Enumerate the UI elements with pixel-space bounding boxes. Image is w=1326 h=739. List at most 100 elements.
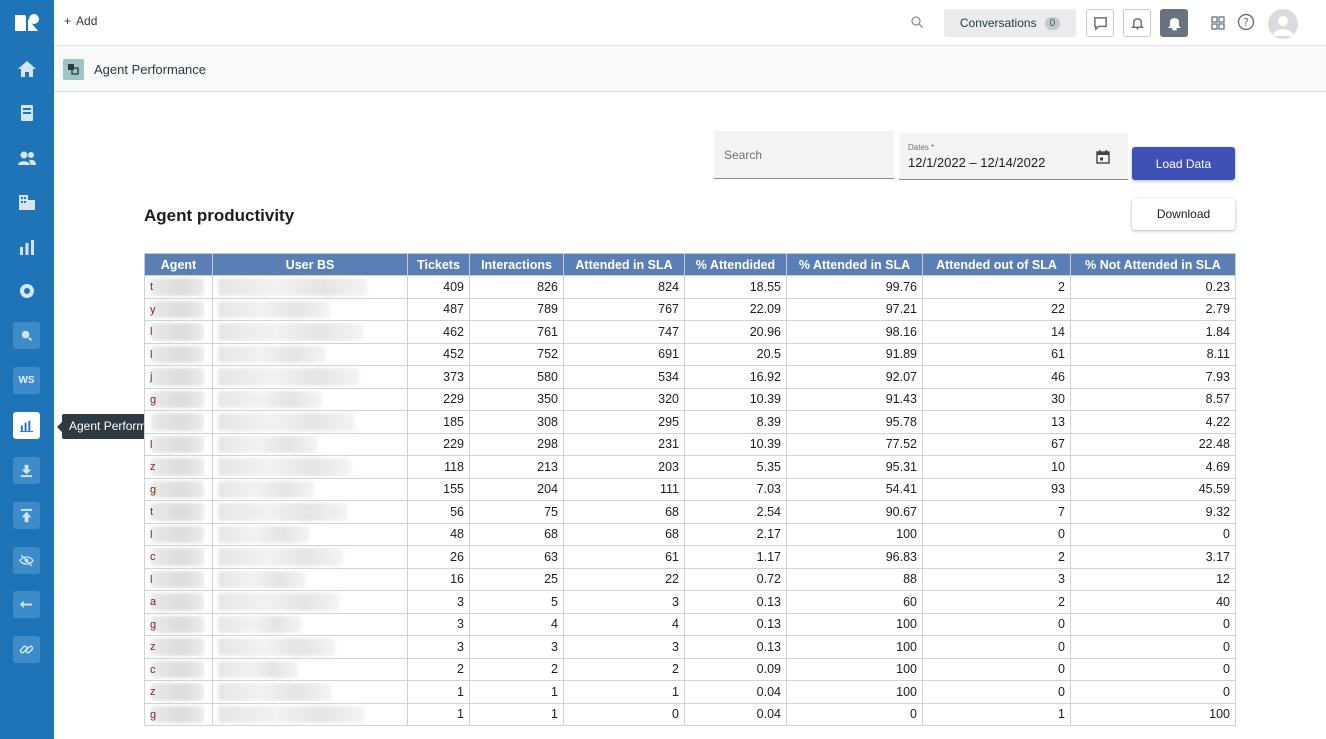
redaction-blur — [218, 413, 355, 431]
agent-cell-redacted: g — [144, 477, 213, 501]
redaction-blur — [151, 570, 204, 588]
redaction-blur — [218, 435, 318, 453]
attended-in-sla-cell: 2 — [563, 657, 685, 681]
user-bs-cell-redacted — [212, 365, 408, 389]
col-interactions[interactable]: Interactions — [469, 253, 564, 276]
organizations-icon[interactable] — [13, 188, 41, 216]
pct-attended-cell: 10.39 — [684, 432, 787, 456]
app-search-icon[interactable] — [13, 322, 40, 349]
pct-attended-cell: 5.35 — [684, 455, 787, 479]
table-row: a 3 5 3 0.13 60 2 40 — [144, 590, 1236, 614]
home-icon[interactable] — [13, 55, 41, 83]
date-range-field[interactable]: Dates * 12/1/2022 – 12/14/2022 — [899, 133, 1128, 180]
pct-attended-cell: 1.17 — [684, 545, 787, 569]
redaction-blur — [218, 278, 367, 296]
table-row: z 1 1 1 0.04 100 0 0 — [144, 680, 1236, 704]
attended-in-sla-cell: 68 — [563, 522, 685, 546]
table-row: t 409 826 824 18.55 99.76 2 0.23 — [144, 275, 1236, 299]
app-hidden-eye-icon[interactable] — [13, 547, 40, 574]
agent-cell-redacted: z — [144, 635, 213, 659]
col-pct-attended-in-sla[interactable]: % Attended in SLA — [786, 253, 923, 276]
interactions-cell: 789 — [469, 297, 564, 321]
app-back-arrow-icon[interactable] — [13, 591, 40, 618]
attended-out-of-sla-cell: 30 — [922, 387, 1071, 411]
attended-in-sla-cell: 111 — [563, 477, 685, 501]
interactions-cell: 308 — [469, 410, 564, 434]
app-agent-performance-icon[interactable] — [13, 412, 40, 439]
views-icon[interactable] — [13, 99, 41, 127]
redaction-blur — [218, 593, 339, 611]
attended-in-sla-cell: 68 — [563, 500, 685, 524]
redaction-blur — [151, 345, 204, 363]
redaction-blur — [218, 615, 302, 633]
pct-not-attended-cell: 45.59 — [1070, 477, 1236, 501]
search-icon[interactable] — [910, 15, 924, 29]
admin-gear-icon[interactable] — [13, 277, 41, 305]
reporting-icon[interactable] — [13, 233, 41, 261]
interactions-cell: 4 — [469, 612, 564, 636]
col-pct-not-attended-in-sla[interactable]: % Not Attended in SLA — [1070, 253, 1236, 276]
agent-cell-redacted: l — [144, 522, 213, 546]
agent-cell-redacted: a — [144, 590, 213, 614]
pct-attended-in-sla-cell: 96.83 — [786, 545, 923, 569]
attended-out-of-sla-cell: 2 — [922, 275, 1071, 299]
col-attended-out-of-sla[interactable]: Attended out of SLA — [922, 253, 1071, 276]
calendar-icon[interactable] — [1095, 149, 1111, 165]
download-button[interactable]: Download — [1132, 198, 1235, 230]
pct-attended-in-sla-cell: 91.89 — [786, 342, 923, 366]
agent-initial: a — [150, 596, 157, 608]
pct-attended-cell: 0.09 — [684, 657, 787, 681]
agent-initial: z — [150, 686, 156, 698]
col-agent[interactable]: Agent — [144, 253, 213, 276]
user-bs-cell-redacted — [212, 275, 408, 299]
section-title: Agent productivity — [144, 206, 295, 225]
attended-out-of-sla-cell: 67 — [922, 432, 1071, 456]
attended-out-of-sla-cell: 7 — [922, 500, 1071, 524]
attended-in-sla-cell: 320 — [563, 387, 685, 411]
help-icon[interactable]: ? — [1237, 13, 1255, 31]
tickets-cell: 118 — [407, 455, 470, 479]
user-bs-cell-redacted — [212, 342, 408, 366]
table-row: g 1 1 0 0.04 0 1 100 — [144, 702, 1236, 726]
col-pct-attended[interactable]: % Attendided — [684, 253, 787, 276]
app-ws-icon[interactable]: WS — [13, 367, 40, 394]
tickets-cell: 56 — [407, 500, 470, 524]
alerts-bell-icon[interactable] — [1160, 9, 1188, 37]
page-header: Agent Performance — [54, 46, 1326, 92]
user-bs-cell-redacted — [212, 612, 408, 636]
app-download-icon[interactable] — [13, 457, 40, 484]
user-avatar[interactable] — [1268, 9, 1298, 39]
apps-grid-icon[interactable] — [1209, 14, 1227, 32]
user-bs-cell-redacted — [212, 432, 408, 456]
chat-icon[interactable] — [1086, 9, 1114, 37]
add-button[interactable]: + Add — [64, 14, 97, 28]
table-row: l 229 298 231 10.39 77.52 67 22.48 — [144, 432, 1236, 456]
notifications-bell-icon[interactable] — [1123, 9, 1151, 37]
col-tickets[interactable]: Tickets — [407, 253, 470, 276]
redaction-blur — [218, 638, 335, 656]
pct-not-attended-cell: 0 — [1070, 612, 1236, 636]
pct-attended-in-sla-cell: 100 — [786, 522, 923, 546]
redaction-blur — [151, 660, 204, 678]
col-attended-in-sla[interactable]: Attended in SLA — [563, 253, 685, 276]
zendesk-logo-icon[interactable] — [13, 11, 41, 35]
customers-icon[interactable] — [13, 144, 41, 172]
col-user-bs[interactable]: User BS — [212, 253, 408, 276]
table-row: t 56 75 68 2.54 90.67 7 9.32 — [144, 500, 1236, 524]
agent-cell-redacted: j — [144, 365, 213, 389]
pct-attended-in-sla-cell: 0 — [786, 702, 923, 726]
conversations-button[interactable]: Conversations 0 — [944, 9, 1076, 37]
load-data-button[interactable]: Load Data — [1132, 147, 1235, 180]
app-link-icon[interactable] — [13, 636, 40, 663]
search-input[interactable]: Search — [714, 131, 894, 179]
pct-attended-cell: 8.39 — [684, 410, 787, 434]
attended-out-of-sla-cell: 22 — [922, 297, 1071, 321]
pct-attended-cell: 0.13 — [684, 635, 787, 659]
attended-out-of-sla-cell: 0 — [922, 635, 1071, 659]
attended-in-sla-cell: 4 — [563, 612, 685, 636]
attended-in-sla-cell: 0 — [563, 702, 685, 726]
pct-not-attended-cell: 4.22 — [1070, 410, 1236, 434]
redaction-blur — [218, 683, 331, 701]
pct-not-attended-cell: 1.84 — [1070, 320, 1236, 344]
app-upload-icon[interactable] — [13, 502, 40, 529]
